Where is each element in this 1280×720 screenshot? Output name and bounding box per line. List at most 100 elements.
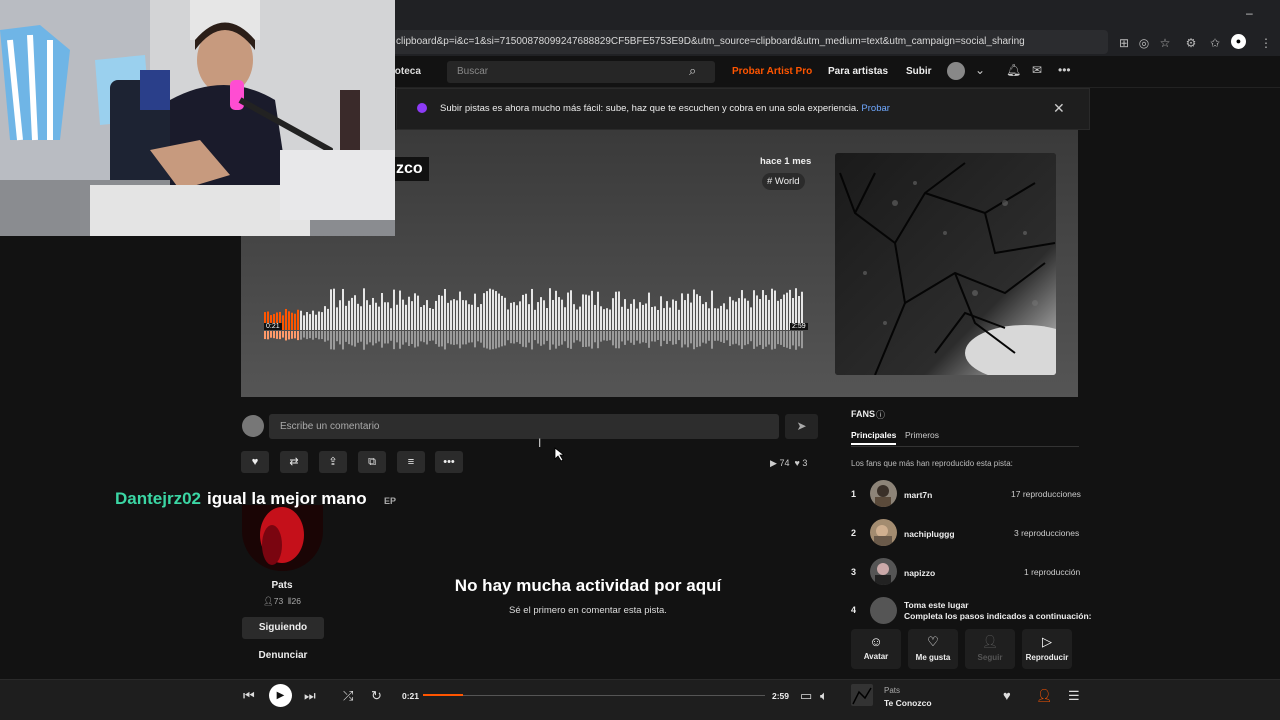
- star-icon[interactable]: ☆: [1157, 36, 1173, 50]
- url-text[interactable]: clipboard&p=i&c=1&si=7150087809924768882…: [396, 36, 1025, 47]
- waveform-bar-reflection: [345, 331, 347, 342]
- search-icon[interactable]: ⌕: [689, 63, 696, 79]
- waveform-bar: [594, 304, 596, 330]
- for-artists-link[interactable]: Para artistas: [828, 66, 888, 77]
- fan-name[interactable]: mart7n: [904, 490, 932, 500]
- tab-top-fans[interactable]: Principales: [851, 430, 897, 445]
- bell-icon[interactable]: 🔔︎: [1006, 63, 1021, 77]
- waveform-bar-reflection: [342, 331, 344, 350]
- waveform-bar-reflection: [711, 331, 713, 349]
- now-playing-title[interactable]: Te Conozco: [884, 698, 932, 708]
- queue-icon[interactable]: ☰: [1068, 688, 1080, 704]
- waveform-bar: [432, 308, 434, 330]
- waveform-bar: [510, 302, 512, 330]
- volume-icon[interactable]: 🔈︎: [820, 688, 828, 704]
- waveform-bar: [642, 304, 644, 330]
- profile-icon[interactable]: ●: [1231, 34, 1246, 49]
- artist-avatar[interactable]: [242, 505, 323, 571]
- next-icon[interactable]: ⏭: [304, 688, 316, 704]
- waveform-bar-reflection: [702, 331, 704, 343]
- following-icon[interactable]: 👤︎: [1036, 688, 1053, 704]
- waveform-bar: [318, 311, 320, 330]
- send-icon[interactable]: ➤: [785, 414, 818, 439]
- waveform-bar: [282, 315, 284, 330]
- left-gutter: [0, 236, 241, 679]
- extension-icon[interactable]: ⚙: [1183, 36, 1199, 50]
- artist-name[interactable]: Pats: [242, 580, 322, 591]
- progress-bar[interactable]: [423, 695, 765, 696]
- waveform-bar: [747, 300, 749, 330]
- mail-icon[interactable]: ✉: [1032, 63, 1042, 77]
- close-icon[interactable]: ✕: [1053, 100, 1065, 117]
- favorites-icon[interactable]: ✩: [1207, 36, 1223, 50]
- comment-input[interactable]: [269, 414, 779, 439]
- waveform-bar-reflection: [792, 331, 794, 346]
- fan-avatar[interactable]: [870, 558, 897, 585]
- waveform-bar-reflection: [531, 331, 533, 350]
- now-playing-artist[interactable]: Pats: [884, 686, 900, 695]
- heart-icon[interactable]: ♥: [1003, 688, 1011, 703]
- user-avatar[interactable]: [947, 62, 965, 80]
- waveform-bar-reflection: [699, 331, 701, 347]
- waveform-bar-reflection: [435, 331, 437, 345]
- waveform-bar-reflection: [771, 331, 773, 350]
- waveform-bar: [498, 293, 500, 330]
- previous-icon[interactable]: ⏮: [243, 688, 255, 704]
- fan-name[interactable]: nachipluggg: [904, 529, 955, 539]
- fan-avatar[interactable]: [870, 519, 897, 546]
- waveform-bar-reflection: [579, 331, 581, 342]
- waveform-bar: [705, 302, 707, 330]
- waveform-bar: [744, 298, 746, 330]
- waveform-bar-reflection: [501, 331, 503, 347]
- reader-icon[interactable]: ◎: [1136, 36, 1152, 50]
- waveform-bar-reflection: [627, 331, 629, 341]
- browser-menu-icon[interactable]: ⋮: [1258, 36, 1274, 50]
- shuffle-icon[interactable]: ⤮: [343, 688, 353, 704]
- upload-link[interactable]: Subir: [906, 66, 932, 77]
- waveform-bar-reflection: [783, 331, 785, 347]
- waveform-bar-reflection: [489, 331, 491, 350]
- waveform-bar: [555, 290, 557, 330]
- minimize-icon[interactable]: –: [1246, 6, 1253, 20]
- chevron-down-icon[interactable]: ⌄: [975, 63, 985, 77]
- waveform-bar-reflection: [684, 331, 686, 345]
- repost-button[interactable]: ⇄: [280, 451, 308, 473]
- cast-icon[interactable]: ▭: [800, 688, 812, 704]
- more-icon[interactable]: •••: [1058, 63, 1071, 77]
- fan-avatar[interactable]: [870, 480, 897, 507]
- waveform-bar-reflection: [285, 331, 287, 341]
- copy-link-button[interactable]: ⧉: [358, 451, 386, 473]
- avatar-action-button[interactable]: ☺ Avatar: [851, 629, 901, 669]
- waveform-bar: [375, 302, 377, 330]
- tracks-count: 26: [291, 596, 302, 606]
- info-icon[interactable]: ⓘ: [876, 408, 885, 421]
- play-action-button[interactable]: ▷ Reproducir: [1022, 629, 1072, 669]
- app-icon[interactable]: ⊞: [1116, 36, 1132, 50]
- tab-first-fans[interactable]: Primeros: [905, 430, 939, 440]
- share-button[interactable]: ⇪: [319, 451, 347, 473]
- waveform[interactable]: [264, 284, 804, 354]
- fan-name[interactable]: napizzo: [904, 568, 935, 578]
- report-button[interactable]: Denunciar: [242, 650, 324, 661]
- more-button[interactable]: •••: [435, 451, 463, 473]
- try-artist-pro-link[interactable]: Probar Artist Pro: [732, 66, 812, 77]
- waveform-bar-reflection: [612, 331, 614, 346]
- banner-link[interactable]: Probar: [861, 103, 890, 114]
- add-to-playlist-button[interactable]: ≡: [397, 451, 425, 473]
- waveform-bar-reflection: [267, 331, 269, 340]
- genre-tag[interactable]: # World: [762, 173, 805, 190]
- waveform-bar: [450, 300, 452, 330]
- waveform-bar-reflection: [294, 331, 296, 339]
- play-button[interactable]: ▶: [269, 684, 292, 707]
- search-input[interactable]: Buscar: [457, 66, 488, 77]
- waveform-bar: [738, 298, 740, 330]
- follow-button[interactable]: Siguiendo: [242, 617, 324, 639]
- waveform-bar: [345, 305, 347, 330]
- waveform-bar: [297, 309, 299, 330]
- like-action-button[interactable]: ♡ Me gusta: [908, 629, 958, 669]
- now-playing-artwork[interactable]: [851, 684, 873, 706]
- nav-library[interactable]: ioteca: [392, 66, 421, 77]
- repeat-icon[interactable]: ↻: [371, 688, 382, 704]
- like-button[interactable]: ♥: [241, 451, 269, 473]
- fan-avatar-placeholder: [870, 597, 897, 624]
